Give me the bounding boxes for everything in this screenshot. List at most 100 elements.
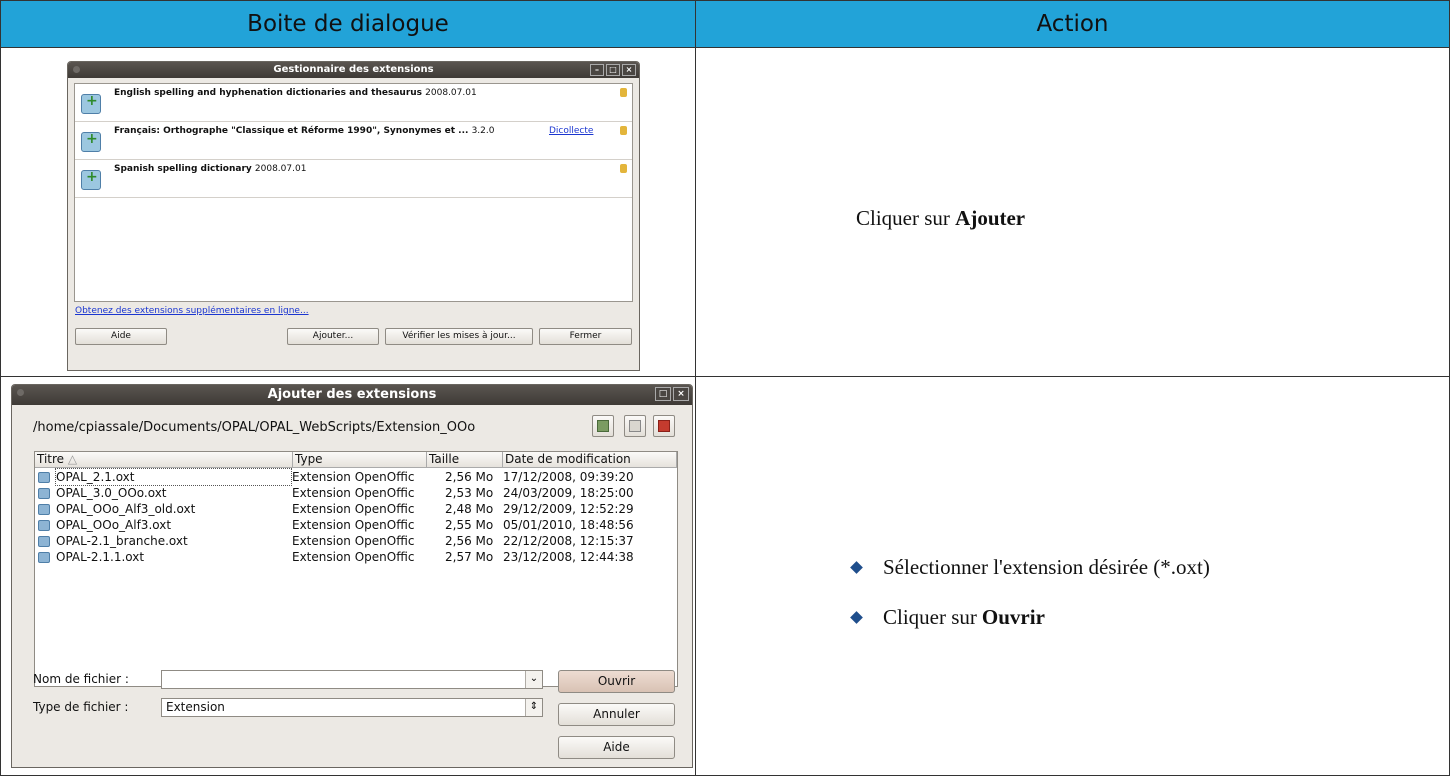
- action-steps-list: Sélectionner l'extension désirée (*.oxt)…: [846, 542, 1210, 642]
- select-arrows-icon[interactable]: ⇕: [525, 699, 542, 716]
- extension-manager-window: Gestionnaire des extensions – □ × Englis…: [67, 61, 640, 371]
- action-text: Cliquer sur: [883, 604, 977, 629]
- action-keyword: Ajouter: [955, 206, 1026, 230]
- action-keyword: Ouvrir: [981, 604, 1045, 629]
- file-list: Titre △ Type Taille Date de modification…: [34, 451, 678, 687]
- action-text: Cliquer sur: [856, 206, 956, 230]
- file-date: 23/12/2008, 12:44:38: [503, 550, 634, 564]
- file-type: Extension OpenOffic: [292, 502, 415, 516]
- close-icon[interactable]: ×: [673, 387, 689, 401]
- action-click-add: Cliquer sur Ajouter: [856, 206, 1025, 231]
- action-text: Sélectionner l'extension désirée (*.oxt): [883, 554, 1210, 579]
- file-name: OPAL_OOo_Alf3.oxt: [56, 518, 172, 532]
- extension-version: 3.2.0: [471, 126, 495, 136]
- extension-publisher-link[interactable]: Dicollecte: [549, 126, 593, 136]
- action-step: Cliquer sur Ouvrir: [846, 592, 1210, 642]
- extension-name: Français: Orthographe "Classique et Réfo…: [114, 126, 469, 136]
- add-extensions-title: Ajouter des extensions: [267, 387, 437, 402]
- minimize-icon[interactable]: –: [590, 64, 604, 76]
- column-header-size[interactable]: Taille: [427, 452, 503, 468]
- extension-item[interactable]: English spelling and hyphenation diction…: [75, 84, 632, 122]
- row1-dialog-cell: Gestionnaire des extensions – □ × Englis…: [0, 47, 696, 377]
- up-folder-icon[interactable]: [592, 415, 614, 437]
- file-name: OPAL_2.1.oxt: [55, 468, 292, 486]
- extension-file-icon: [38, 488, 50, 499]
- row2-action-cell: Sélectionner l'extension désirée (*.oxt)…: [695, 376, 1450, 776]
- extension-version: 2008.07.01: [254, 164, 307, 174]
- file-row[interactable]: OPAL_2.1.oxt Extension OpenOffic 2,56 Mo…: [35, 468, 675, 486]
- extension-version: 2008.07.01: [425, 88, 477, 98]
- file-size: 2,56 Mo: [445, 534, 494, 548]
- lock-icon: [620, 164, 627, 173]
- window-menu-icon[interactable]: [73, 66, 80, 73]
- diamond-bullet-icon: [850, 610, 863, 624]
- file-row[interactable]: OPAL-2.1.1.oxt Extension OpenOffic 2,57 …: [35, 549, 675, 565]
- file-date: 22/12/2008, 12:15:37: [503, 534, 634, 548]
- extension-name: English spelling and hyphenation diction…: [114, 88, 423, 98]
- file-date: 05/01/2010, 18:48:56: [503, 518, 634, 532]
- extension-file-icon: [38, 504, 50, 515]
- cancel-button[interactable]: Annuler: [558, 703, 675, 726]
- current-folder-path: /home/cpiassale/Documents/OPAL/OPAL_WebS…: [33, 420, 476, 435]
- add-extensions-titlebar: Ajouter des extensions □ ×: [12, 385, 692, 405]
- add-extensions-window: Ajouter des extensions □ × /home/cpiassa…: [11, 384, 693, 768]
- extension-file-icon: [38, 552, 50, 563]
- help-button[interactable]: Aide: [558, 736, 675, 759]
- extension-manager-titlebar: Gestionnaire des extensions – □ ×: [68, 62, 639, 78]
- help-button[interactable]: Aide: [75, 328, 167, 345]
- window-menu-icon[interactable]: [17, 389, 24, 396]
- file-type: Extension OpenOffic: [292, 486, 415, 500]
- extension-name: Spanish spelling dictionary: [114, 164, 252, 174]
- header-dialog-column: Boite de dialogue: [0, 0, 696, 48]
- column-header-type[interactable]: Type: [293, 452, 427, 468]
- open-button[interactable]: Ouvrir: [558, 670, 675, 693]
- filename-input[interactable]: [161, 670, 543, 689]
- file-row[interactable]: OPAL-2.1_branche.oxt Extension OpenOffic…: [35, 533, 675, 549]
- file-type: Extension OpenOffic: [292, 518, 415, 532]
- puzzle-icon: [81, 131, 101, 152]
- extension-item[interactable]: Spanish spelling dictionary 2008.07.01: [75, 160, 632, 198]
- extension-list: English spelling and hyphenation diction…: [74, 83, 633, 302]
- instruction-table: Boite de dialogue Action Gestionnaire de…: [0, 0, 1450, 776]
- file-row[interactable]: OPAL_OOo_Alf3_old.oxt Extension OpenOffi…: [35, 501, 675, 517]
- close-icon[interactable]: ×: [622, 64, 636, 76]
- maximize-icon[interactable]: □: [655, 387, 671, 401]
- sort-ascending-icon: △: [67, 452, 78, 466]
- file-type: Extension OpenOffic: [292, 470, 415, 484]
- file-size: 2,48 Mo: [445, 502, 494, 516]
- filetype-select[interactable]: Extension: [161, 698, 543, 717]
- puzzle-icon: [81, 93, 101, 114]
- file-size: 2,57 Mo: [445, 550, 494, 564]
- file-size: 2,55 Mo: [445, 518, 494, 532]
- file-date: 17/12/2008, 09:39:20: [503, 470, 634, 484]
- action-step: Sélectionner l'extension désirée (*.oxt): [846, 542, 1210, 592]
- file-row[interactable]: OPAL_OOo_Alf3.oxt Extension OpenOffic 2,…: [35, 517, 675, 533]
- maximize-icon[interactable]: □: [606, 64, 620, 76]
- column-header-date[interactable]: Date de modification: [503, 452, 677, 468]
- file-type: Extension OpenOffic: [292, 550, 415, 564]
- header-dialog-label: Boite de dialogue: [247, 11, 449, 37]
- row1-action-cell: Cliquer sur Ajouter: [695, 47, 1450, 377]
- extension-file-icon: [38, 520, 50, 531]
- add-extension-button[interactable]: Ajouter...: [287, 328, 379, 345]
- home-icon[interactable]: [653, 415, 675, 437]
- header-action-column: Action: [695, 0, 1450, 48]
- puzzle-icon: [81, 169, 101, 190]
- file-name: OPAL-2.1_branche.oxt: [56, 534, 188, 548]
- extension-item[interactable]: Français: Orthographe "Classique et Réfo…: [75, 122, 632, 160]
- column-header-title[interactable]: Titre △: [35, 452, 293, 468]
- get-more-extensions-link[interactable]: Obtenez des extensions supplémentaires e…: [75, 306, 309, 316]
- file-name: OPAL-2.1.1.oxt: [56, 550, 145, 564]
- filetype-label: Type de fichier :: [33, 700, 129, 714]
- file-size: 2,53 Mo: [445, 486, 494, 500]
- file-size: 2,56 Mo: [445, 470, 494, 484]
- lock-icon: [620, 88, 627, 97]
- extension-file-icon: [38, 472, 50, 483]
- new-folder-icon[interactable]: [624, 415, 646, 437]
- chevron-down-icon[interactable]: ⌄: [525, 671, 542, 688]
- file-name: OPAL_3.0_OOo.oxt: [56, 486, 167, 500]
- lock-icon: [620, 126, 627, 135]
- file-row[interactable]: OPAL_3.0_OOo.oxt Extension OpenOffic 2,5…: [35, 485, 675, 501]
- close-button[interactable]: Fermer: [539, 328, 632, 345]
- check-updates-button[interactable]: Vérifier les mises à jour...: [385, 328, 533, 345]
